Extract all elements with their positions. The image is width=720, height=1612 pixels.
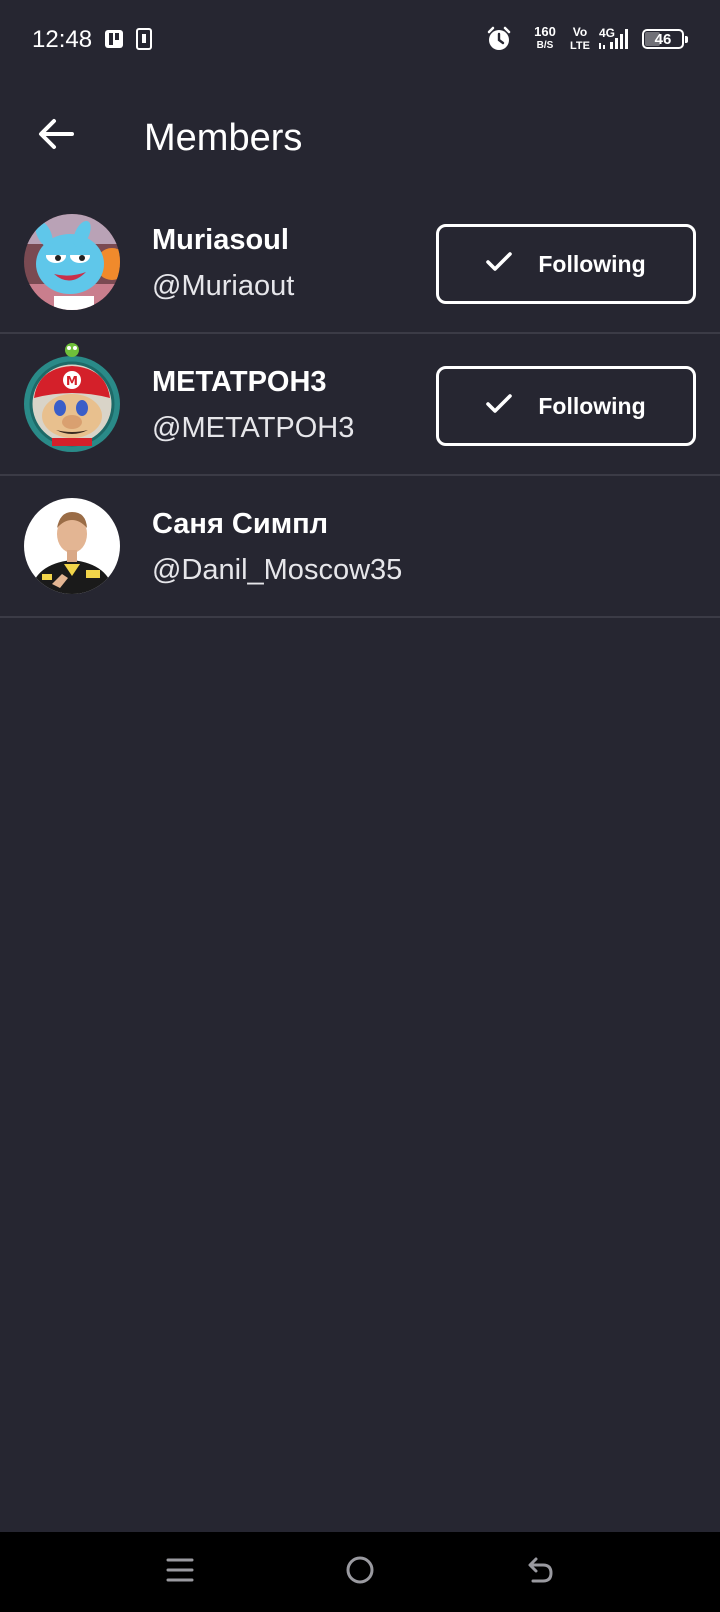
home-button[interactable] bbox=[336, 1548, 384, 1596]
following-label: Following bbox=[538, 392, 646, 419]
member-row[interactable]: M METATPOH3 @METATPOH3 Following bbox=[0, 334, 720, 476]
navigation-bar bbox=[0, 1532, 720, 1612]
member-handle: @Muriaout bbox=[152, 270, 295, 302]
back-nav-button[interactable] bbox=[516, 1548, 564, 1596]
following-label: Following bbox=[538, 250, 646, 277]
checkmark-icon bbox=[486, 251, 513, 277]
person-photo-avatar bbox=[24, 498, 120, 594]
member-name: Саня Симпл bbox=[152, 508, 329, 540]
volte-label-top: Vo bbox=[572, 25, 588, 39]
volte-label-bottom: LTE bbox=[570, 40, 590, 52]
battery-icon: 46 bbox=[642, 29, 688, 49]
app-root: 12:48 160 B/S Vo LTE 4G 46 Members Muria… bbox=[0, 0, 720, 1612]
avatar[interactable] bbox=[24, 214, 120, 310]
signal-icon bbox=[598, 28, 634, 55]
notification-app-icon bbox=[104, 28, 124, 55]
svg-text:M: M bbox=[66, 374, 78, 388]
member-handle: @METATPOH3 bbox=[152, 412, 355, 444]
member-list: Muriasoul @Muriaout Following M METATPOH… bbox=[0, 192, 720, 618]
member-name: Muriasoul bbox=[152, 224, 289, 256]
checkmark-icon bbox=[486, 393, 513, 419]
network-speed-unit: B/S bbox=[536, 40, 554, 51]
menu-icon bbox=[166, 1556, 194, 1589]
red-cap-character-avatar: M bbox=[24, 343, 120, 452]
home-circle-icon bbox=[345, 1555, 375, 1590]
member-handle: @Danil_Moscow35 bbox=[152, 554, 403, 586]
battery-percent: 46 bbox=[654, 30, 672, 48]
back-return-icon bbox=[525, 1555, 555, 1590]
status-bar: 12:48 160 B/S Vo LTE 4G 46 bbox=[0, 0, 720, 80]
following-button[interactable]: Following bbox=[436, 366, 696, 446]
page-title: Members bbox=[144, 117, 303, 159]
avatar[interactable] bbox=[24, 498, 120, 594]
arrow-left-icon bbox=[38, 118, 74, 155]
avatar[interactable]: M bbox=[24, 343, 120, 452]
status-time: 12:48 bbox=[32, 26, 93, 53]
header: Members bbox=[0, 96, 720, 180]
member-row[interactable]: Muriasoul @Muriaout Following bbox=[0, 192, 720, 334]
network-speed-value: 160 bbox=[534, 24, 556, 39]
member-name: METATPOH3 bbox=[152, 366, 327, 398]
alarm-icon bbox=[486, 26, 512, 57]
back-button[interactable] bbox=[30, 110, 82, 162]
notification-device-icon bbox=[136, 28, 152, 55]
member-row[interactable]: Саня Симпл @Danil_Moscow35 bbox=[0, 476, 720, 618]
following-button[interactable]: Following bbox=[436, 224, 696, 304]
recent-apps-button[interactable] bbox=[156, 1548, 204, 1596]
cartoon-blue-cat-avatar bbox=[24, 214, 120, 310]
